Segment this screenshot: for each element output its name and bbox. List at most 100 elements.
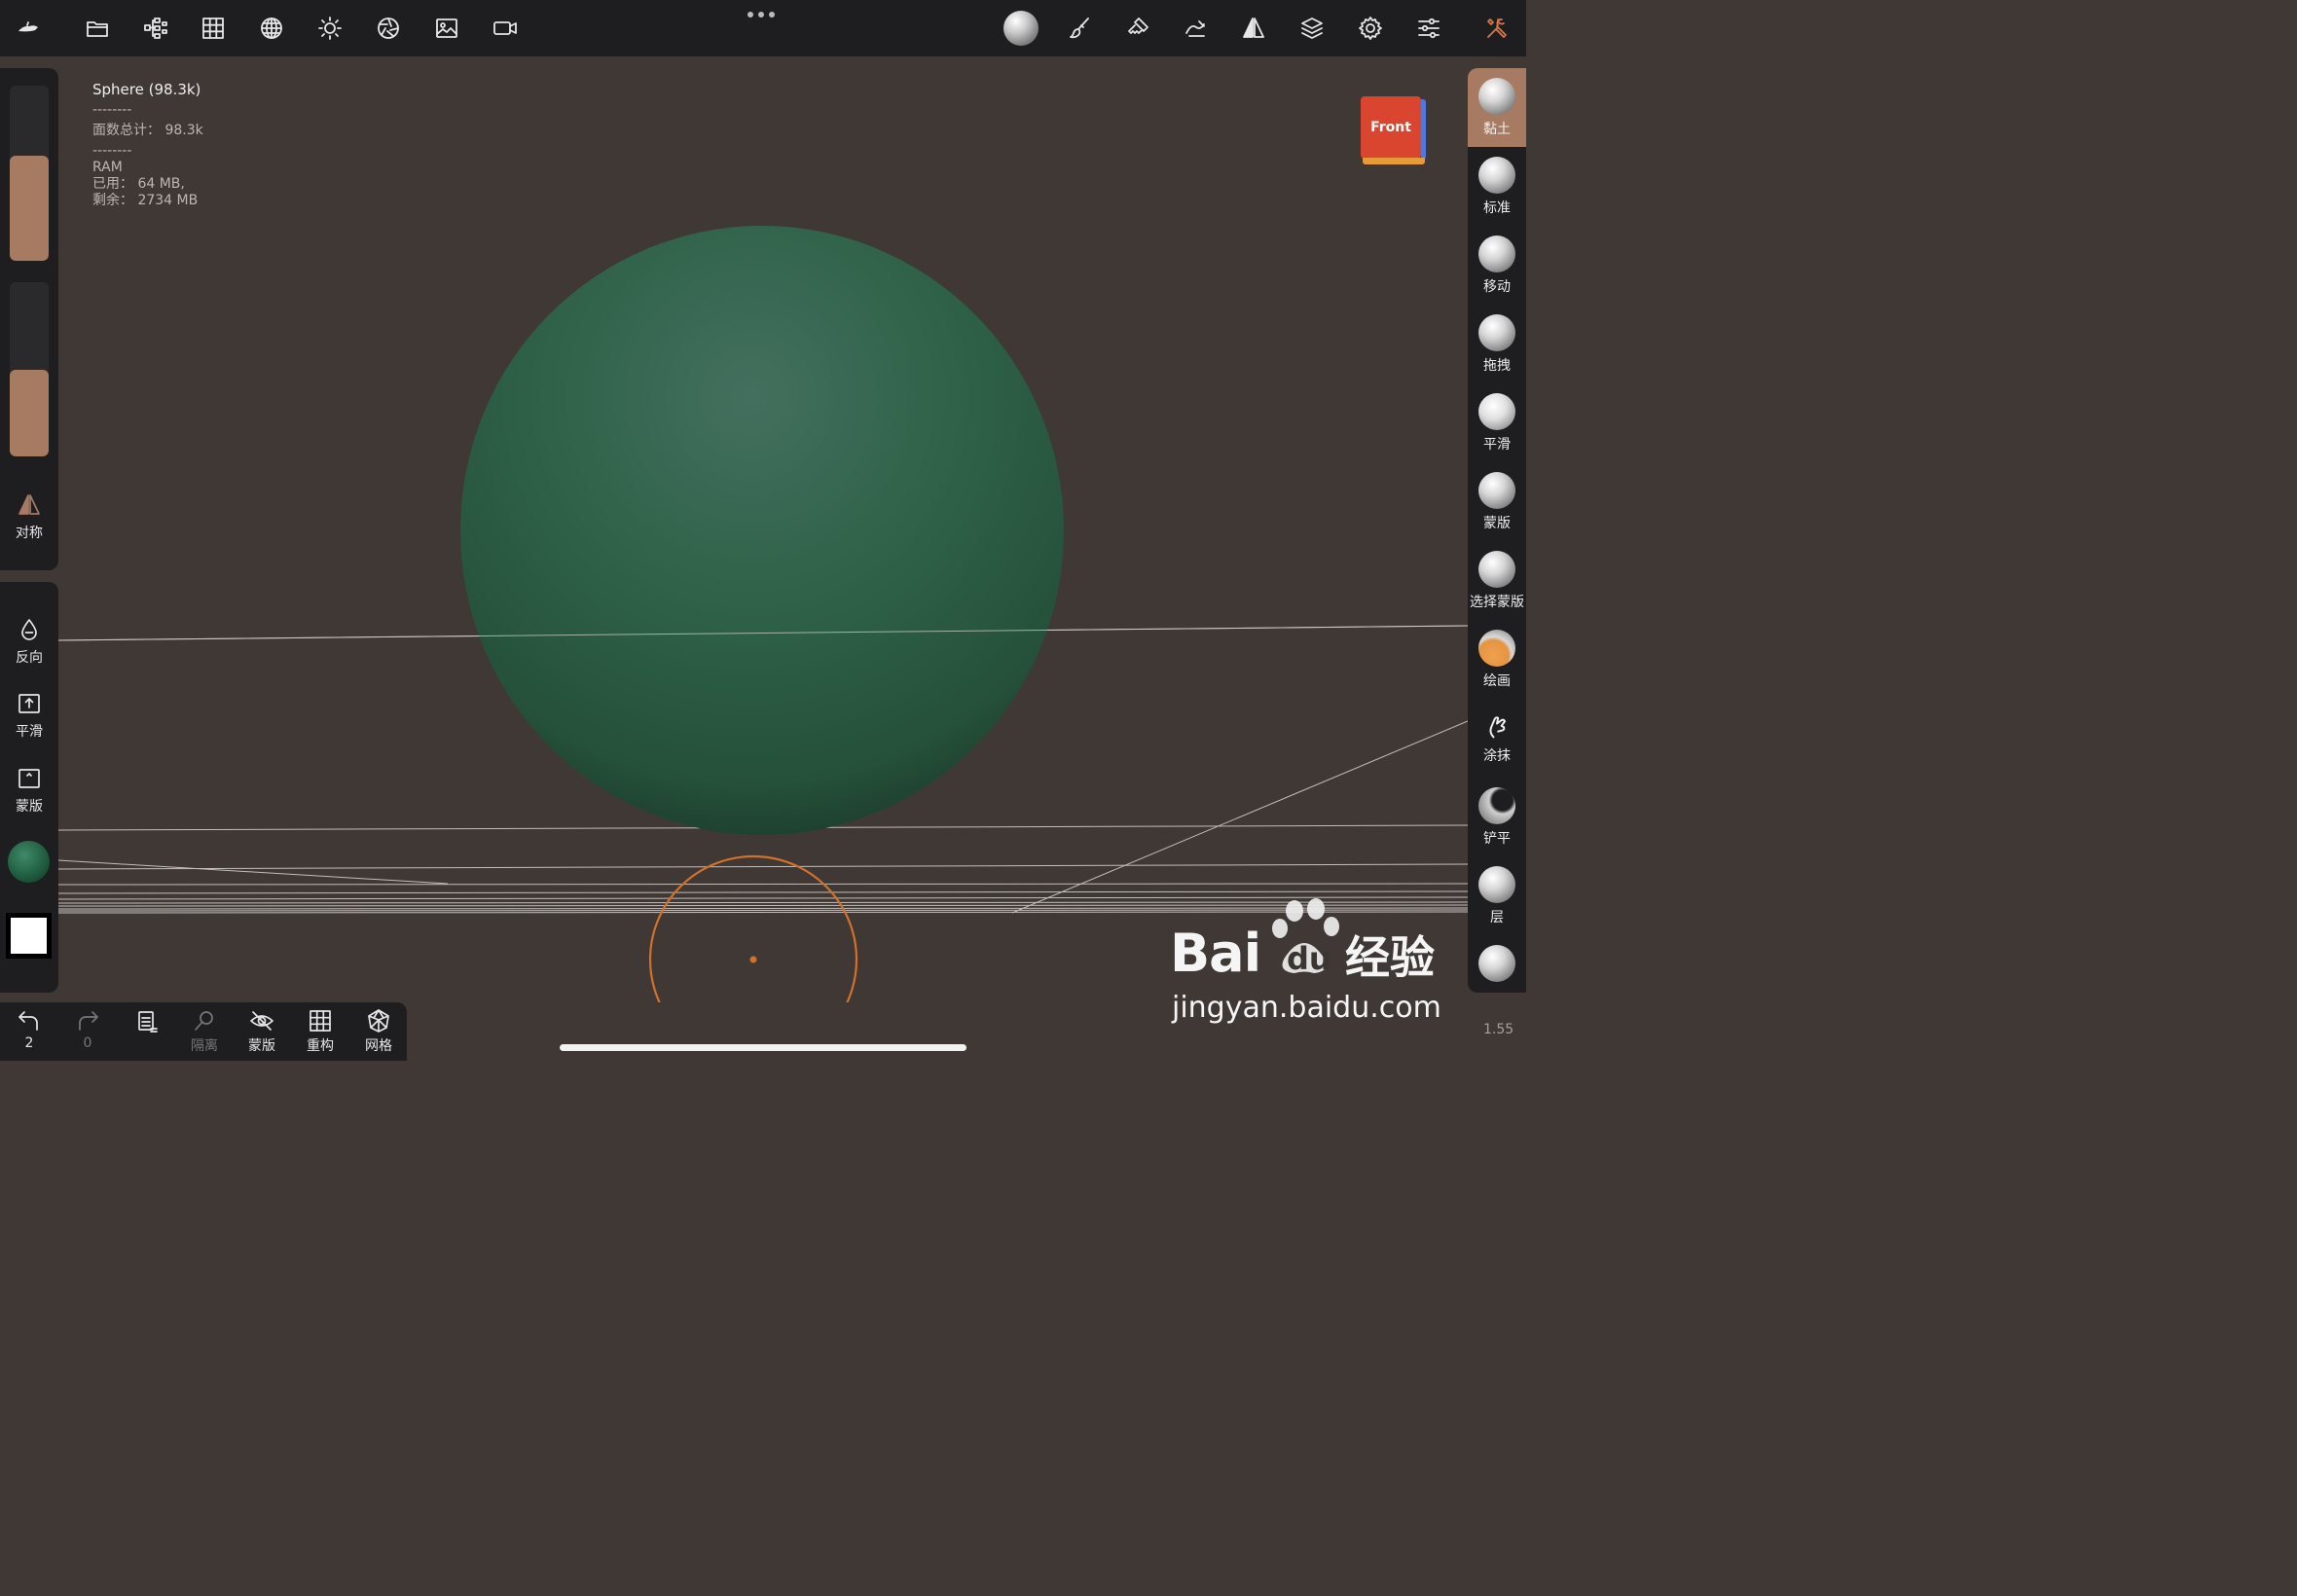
undo-arrow-icon [18,1011,38,1031]
baidu-watermark: Bai du 经验 jingyan.baidu.com [1170,897,1452,1034]
tool-move[interactable]: 移动 [1468,226,1526,305]
folder-icon[interactable] [83,14,112,43]
mask-box-icon [18,769,40,788]
mask-button[interactable]: 蒙版 [0,766,58,816]
camera-aperture-icon[interactable] [374,14,403,43]
sliders-icon[interactable] [1414,14,1443,43]
search-icon [195,1011,213,1031]
tool-paint[interactable]: 绘画 [1468,620,1526,699]
mesh-label: 网格 [365,1038,392,1054]
mesh-title: Sphere (98.3k) [92,81,201,98]
smooth-button[interactable]: 平滑 [0,691,58,741]
sculpt-color-swatch[interactable] [8,841,50,883]
right-tool-panel: 黏土 标准 移动 拖拽 平滑 蒙版 选择蒙版 绘画 涂抹 铲平 层 [1468,68,1526,993]
tool-layer[interactable]: 层 [1468,856,1526,935]
material-sphere-icon[interactable] [1003,11,1039,46]
redo-count: 0 [83,1035,92,1051]
wireframe-globe-icon[interactable] [257,14,286,43]
tool-mask[interactable]: 蒙版 [1468,462,1526,541]
layers-icon[interactable] [1297,14,1327,43]
mesh-button[interactable]: 网格 [349,1008,408,1055]
mask-brush-icon [1478,472,1515,509]
hidden-eye-icon [250,1011,273,1031]
flatten-brush-icon [1478,787,1515,824]
tool-label: 选择蒙版 [1470,595,1524,610]
tool-more[interactable] [1468,935,1526,993]
tool-label: 绘画 [1483,673,1511,689]
tools-icon[interactable] [1482,14,1512,43]
tool-label: 平滑 [1483,437,1511,453]
stamp-icon[interactable] [1123,14,1152,43]
tool-label: 标准 [1483,200,1511,216]
3d-viewport[interactable] [57,56,1469,1065]
brush-cursor-center [749,956,757,963]
tool-smooth[interactable]: 平滑 [1468,383,1526,462]
sphere-mesh[interactable] [460,226,1064,835]
watermark-brand-du: du [1287,940,1331,977]
symmetry-icon [18,494,40,515]
viewport-canvas [57,226,1469,1065]
tool-select-mask[interactable]: 选择蒙版 [1468,541,1526,620]
image-icon[interactable] [432,14,461,43]
isolate-button[interactable]: 隔离 [175,1008,234,1055]
tool-smudge[interactable]: 涂抹 [1468,699,1526,778]
tool-label: 铲平 [1483,831,1511,847]
view-navigation-cube[interactable]: Front [1361,96,1427,166]
settings-gear-icon[interactable] [1356,14,1385,43]
smooth-label: 平滑 [16,724,43,740]
watermark-cn: 经验 [1345,931,1435,984]
history-list-button[interactable] [117,1008,175,1034]
layer-brush-icon [1478,866,1515,903]
secondary-color-swatch[interactable] [6,913,52,959]
more-dots-handle[interactable] [747,12,779,21]
symmetry-button[interactable]: 对称 [0,492,58,542]
remesh-button[interactable]: 重构 [291,1008,349,1055]
tool-drag[interactable]: 拖拽 [1468,305,1526,383]
tool-label: 移动 [1483,279,1511,295]
mesh-info-overlay: Sphere (98.3k) -------- 面数总计： 98.3k ----… [92,82,203,209]
zoom-level: 1.55 [1483,1022,1514,1037]
undo-button[interactable]: 2 [0,1008,58,1051]
redo-arrow-icon [79,1011,98,1031]
scene-tree-icon[interactable] [141,14,170,43]
face-count: 面数总计： 98.3k [92,123,203,138]
drag-brush-icon [1478,314,1515,351]
tool-label: 涂抹 [1483,748,1511,764]
video-icon[interactable] [491,14,520,43]
tool-label: 层 [1490,910,1504,925]
document-list-icon [138,1011,158,1033]
redo-button[interactable]: 0 [58,1008,117,1051]
mask-visibility-button[interactable]: 蒙版 [233,1008,291,1055]
watermark-url: jingyan.baidu.com [1172,991,1441,1025]
intensity-slider[interactable] [10,282,49,456]
mask-label: 蒙版 [16,799,43,815]
home-indicator[interactable] [560,1044,966,1051]
light-icon[interactable] [315,14,345,43]
mask-label: 蒙版 [248,1038,275,1054]
tool-label: 黏土 [1483,122,1511,137]
watermark-brand: Bai [1170,923,1261,984]
grid-icon[interactable] [199,14,228,43]
invert-button[interactable]: 反向 [0,617,58,667]
grid-icon [310,1010,331,1032]
paint-brush-icon[interactable] [1065,14,1094,43]
invert-label: 反向 [16,650,43,666]
radius-slider[interactable] [10,86,49,261]
tool-clay[interactable]: 黏土 [1468,68,1526,147]
ram-free: 剩余： 2734 MB [92,193,199,208]
smooth-box-icon [18,694,40,713]
paint-brush-icon [1478,630,1515,667]
tool-standard[interactable]: 标准 [1468,147,1526,226]
bottom-toolbar: 2 0 隔离 蒙版 重构 网格 [0,1002,407,1061]
standard-brush-icon [1478,157,1515,194]
menu-logo-icon[interactable] [14,14,43,43]
info-separator: -------- [92,143,132,159]
symmetry-icon[interactable] [1239,14,1268,43]
next-brush-icon [1478,945,1515,982]
undo-count: 2 [24,1035,34,1051]
polyhedron-icon [368,1009,389,1033]
ram-heading: RAM [92,160,123,175]
stroke-icon[interactable] [1182,14,1211,43]
tool-flatten[interactable]: 铲平 [1468,778,1526,856]
clay-brush-icon [1478,78,1515,115]
